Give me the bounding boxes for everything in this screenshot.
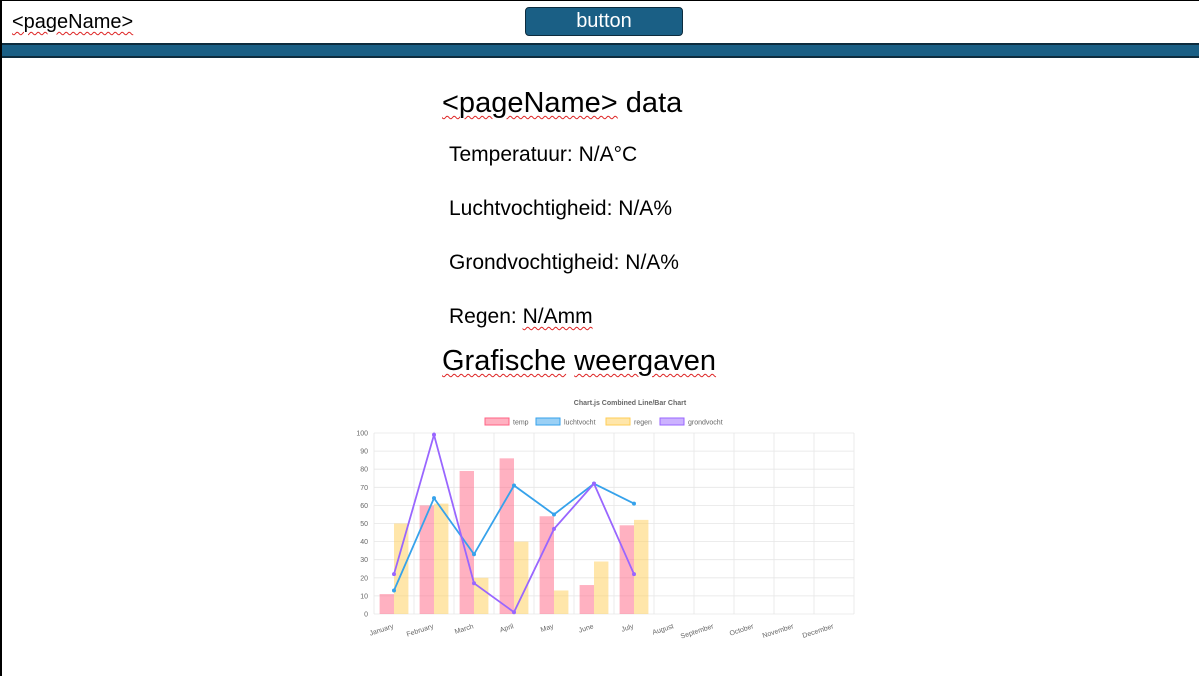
y-tick-label: 0 [364,612,368,619]
reading-soil-moisture: Grondvochtigheid: N/A% [449,251,679,275]
y-tick-label: 90 [360,449,368,456]
legend-swatch-luchtvocht [535,417,561,426]
legend-label-grondvocht: grondvocht [688,420,723,427]
x-tick-label: August [652,623,675,636]
y-tick-label: 80 [360,467,368,474]
y-tick-label: 70 [360,485,368,492]
reading-rain: Regen: N/Amm [449,305,593,329]
bar-temp [379,594,394,614]
combined-chart: Chart.js Combined Line/Bar Chart temp luc… [356,400,855,640]
x-tick-label: July [621,623,635,634]
y-tick-label: 10 [360,593,368,600]
chart-legend: temp luchtvocht regen grondvocht [484,417,723,427]
top-bar: <pageName> button [2,1,1199,43]
page-name: <pageName> [12,11,134,33]
legend-swatch-grondvocht [659,417,685,426]
point-grondvocht [632,572,636,577]
point-grondvocht [472,581,476,586]
x-tick-label: June [578,623,595,634]
point-luchtvocht [432,496,436,501]
point-luchtvocht [552,512,556,517]
reading-value: N/A [625,251,661,274]
x-tick-label: September [680,623,715,640]
point-grondvocht [432,432,436,437]
header-button[interactable]: button [525,7,683,36]
reading-label: Regen: [449,305,523,328]
x-tick-label: November [762,623,796,640]
point-luchtvocht [632,501,636,506]
y-tick-label: 30 [360,557,368,564]
reading-label: Temperatuur: [449,143,579,166]
legend-label-regen: regen [634,420,652,427]
y-tick-label: 40 [360,539,368,546]
y-tick-label: 50 [360,521,368,528]
charts-title-word: weergaven [574,345,717,377]
reading-unit: % [660,251,679,274]
x-tick-label: May [540,623,555,634]
legend-swatch-temp [484,417,510,426]
charts-title-word: Grafische [442,345,567,377]
x-tick-label: February [406,623,435,638]
x-tick-label: October [729,623,755,638]
header-band [2,43,1199,58]
reading-label: Grondvochtigheid: [449,251,626,274]
bar-regen [634,519,649,614]
bar-regen [434,503,449,614]
x-tick-label: January [369,623,395,638]
point-luchtvocht [472,552,476,557]
reading-value: N/Amm [522,305,593,328]
reading-value: N/A [578,143,614,166]
reading-unit: °C [613,143,638,166]
bar-regen [474,577,489,614]
y-tick-label: 60 [360,503,368,510]
reading-value: N/A [618,197,654,220]
bar-temp [419,505,434,614]
point-grondvocht [552,526,556,531]
bar-temp [539,516,554,614]
chart-title: Chart.js Combined Line/Bar Chart [574,400,687,407]
data-title-suffix: data [617,87,683,119]
y-tick-label: 20 [360,575,368,582]
point-grondvocht [512,610,516,615]
bar-regen [554,590,569,614]
point-luchtvocht [392,588,396,593]
reading-unit: % [653,197,672,220]
x-tick-label: March [454,623,475,636]
legend-label-temp: temp [513,420,529,427]
data-title: <pageName> data [442,87,682,120]
bar-temp [459,471,474,614]
point-luchtvocht [512,483,516,488]
bar-temp [579,585,594,614]
point-grondvocht [392,572,396,577]
bar-regen [594,561,609,614]
reading-temperature: Temperatuur: N/A°C [449,143,637,167]
reading-label: Luchtvochtigheid: [449,197,619,220]
bar-regen [514,541,529,614]
legend-swatch-regen [605,417,631,426]
y-tick-label: 100 [356,431,368,438]
point-grondvocht [592,481,596,486]
charts-title: Grafische weergaven [442,345,716,378]
x-tick-label: December [802,623,836,640]
legend-label-luchtvocht: luchtvocht [564,420,596,427]
x-tick-label: April [499,623,515,634]
reading-air-humidity: Luchtvochtigheid: N/A% [449,197,672,221]
bar-temp [499,458,514,614]
data-title-page-name: <pageName> [442,87,618,119]
